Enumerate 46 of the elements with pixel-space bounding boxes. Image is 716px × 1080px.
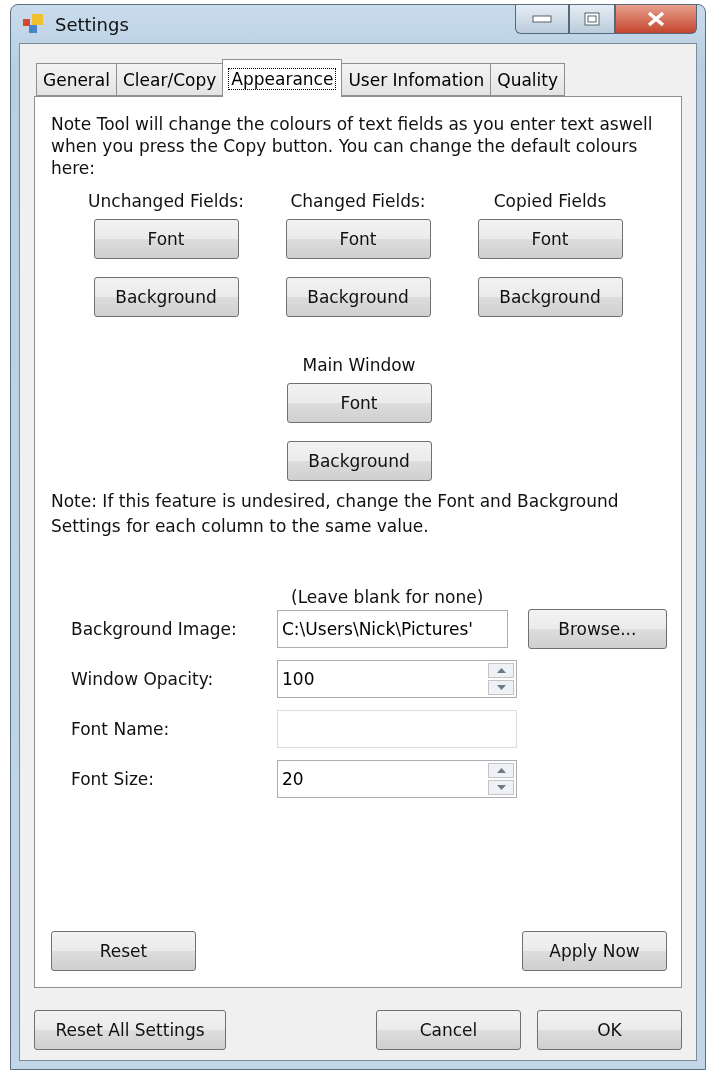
tab[interactable]: User Infomation — [341, 63, 492, 96]
font-button[interactable]: Font — [285, 219, 431, 259]
tab[interactable]: General — [36, 63, 117, 96]
input-field[interactable]: C:\Users\Nick\Pictures' — [277, 610, 508, 648]
app-icon — [23, 13, 45, 35]
tab[interactable]: Clear/Copy — [116, 63, 224, 96]
tab[interactable]: Quality — [490, 63, 565, 96]
close-button[interactable] — [615, 5, 697, 34]
up-arrow-icon[interactable] — [496, 768, 506, 773]
column-heading: Copied Fields — [493, 191, 607, 213]
browse-button[interactable]: Browse... — [527, 609, 667, 649]
spin-field[interactable]: 20 — [277, 760, 517, 798]
down-arrow-icon[interactable] — [496, 785, 506, 790]
input-field[interactable] — [277, 710, 517, 748]
section-heading: Main Window — [302, 355, 416, 377]
hint-text: (Leave blank for none) — [291, 587, 485, 609]
intro-text: Note Tool will change the colours of text fields as you enter text aswell when you press the Copy button. You can change the default colours here: — [51, 113, 654, 179]
cancel-button[interactable]: Cancel — [376, 1010, 521, 1050]
field-label: Window Opacity: — [70, 669, 215, 689]
spin-field[interactable]: 100 — [277, 660, 517, 698]
reset-all-button[interactable]: Reset All Settings — [34, 1010, 226, 1050]
font-button[interactable]: Font — [93, 219, 239, 259]
field-label: Font Size: — [70, 769, 156, 789]
background-button[interactable]: Background — [286, 441, 432, 481]
font-button[interactable]: Font — [286, 383, 432, 423]
field-label: Background Image: — [70, 619, 238, 639]
down-arrow-icon[interactable] — [496, 685, 506, 690]
up-arrow-icon[interactable] — [496, 668, 506, 673]
column-heading: Changed Fields: — [290, 191, 426, 213]
minimize-icon — [532, 15, 552, 23]
maximize-icon — [584, 12, 600, 26]
close-icon — [647, 11, 665, 27]
reset-button[interactable]: Reset — [51, 931, 196, 971]
background-button[interactable]: Background — [93, 277, 239, 317]
background-button[interactable]: Background — [285, 277, 431, 317]
background-button[interactable]: Background — [477, 277, 623, 317]
ok-button[interactable]: OK — [537, 1010, 682, 1050]
field-label: Font Name: — [70, 719, 171, 739]
minimize-button[interactable] — [515, 5, 569, 34]
column-heading: Unchanged Fields: — [88, 191, 244, 213]
apply-button[interactable]: Apply Now — [522, 931, 667, 971]
note-text: Note: If this feature is undesired, change the Font and Background Settings for each column to the same value. — [51, 490, 620, 538]
maximize-button[interactable] — [569, 5, 615, 34]
tab[interactable]: Appearance — [222, 59, 343, 97]
font-button[interactable]: Font — [477, 219, 623, 259]
window-title: Settings — [55, 13, 129, 35]
